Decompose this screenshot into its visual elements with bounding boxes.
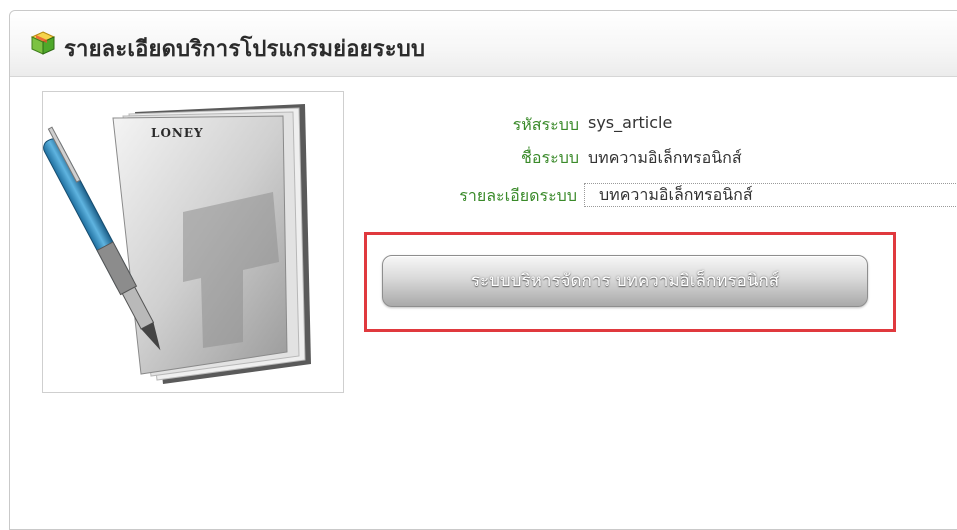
panel-title: รายละเอียดบริการโปรแกรมย่อยระบบ [64, 37, 426, 62]
cube-box-icon [30, 31, 56, 55]
system-code-label: รหัสระบบ [512, 115, 579, 134]
system-name-value: บทความอิเล็กทรอนิกส์ [588, 148, 742, 167]
manage-system-button[interactable]: ระบบบริหารจัดการ บทความอิเล็กทรอนิกส์ [382, 255, 868, 307]
system-description-field[interactable]: บทความอิเล็กทรอนิกส์ [584, 183, 957, 207]
system-description-row: รายละเอียดระบบ [0, 184, 580, 208]
system-name-label: ชื่อระบบ [521, 148, 579, 167]
system-code-row: รหัสระบบ sys_article [0, 113, 957, 137]
system-code-value: sys_article [588, 113, 673, 132]
system-description-label: รายละเอียดระบบ [459, 186, 577, 205]
panel-header: รายละเอียดบริการโปรแกรมย่อยระบบ [10, 11, 957, 77]
system-name-row: ชื่อระบบ บทความอิเล็กทรอนิกส์ [0, 146, 957, 170]
